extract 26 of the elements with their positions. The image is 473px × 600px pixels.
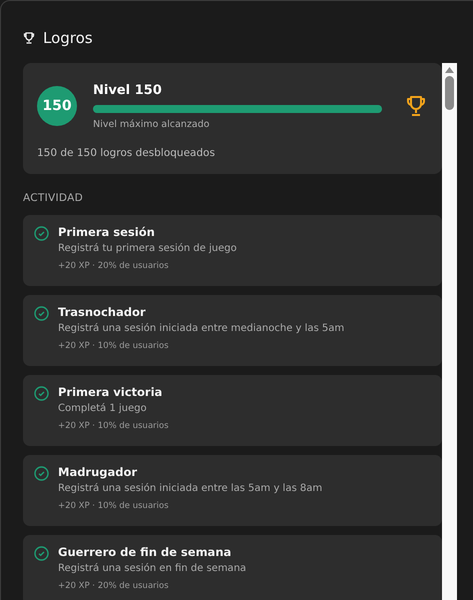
level-title: Nivel 150 — [93, 82, 163, 100]
trophy-icon — [23, 32, 35, 44]
panel-title: Logros — [43, 28, 93, 49]
scrollbar[interactable] — [442, 62, 457, 600]
achievements-summary: 150 de 150 logros desbloqueados — [37, 146, 216, 162]
achievement-description: Registrá una sesión en fin de semana — [58, 562, 246, 575]
achievement-description: Registrá una sesión iniciada entre las 5am y las 8am — [58, 482, 322, 495]
achievement-title: Trasnochador — [58, 304, 147, 319]
achievement-description: Completá 1 juego — [58, 402, 148, 415]
achievement-title: Primera victoria — [58, 384, 164, 399]
achievement-meta: +20 XP · 10% de usuarios — [58, 500, 170, 512]
achievement-title: Madrugador — [58, 464, 138, 479]
level-caption: Nivel máximo alcanzado — [93, 118, 210, 132]
achievement-title: Primera sesión — [58, 224, 156, 239]
achievement-meta: +20 XP · 20% de usuarios — [58, 580, 170, 592]
achievement-meta: +20 XP · 20% de usuarios — [58, 260, 170, 272]
achievement-meta: +20 XP · 10% de usuarios — [58, 340, 170, 352]
section-heading: ACTIVIDAD — [23, 191, 84, 206]
scrollbar-thumb[interactable] — [445, 76, 454, 110]
achievement-meta: +20 XP · 10% de usuarios — [58, 420, 169, 432]
level-badge: 150 — [37, 86, 77, 126]
achievement-title: Guerrero de fin de semana — [58, 544, 232, 559]
achievement-description: Registrá una sesión iniciada entre medianoche y las 5am — [58, 322, 344, 335]
trophy-icon — [404, 94, 428, 118]
achievement-description: Registrá tu primera sesión de juego — [58, 242, 237, 255]
scroll-up-arrow-icon[interactable] — [445, 66, 454, 72]
